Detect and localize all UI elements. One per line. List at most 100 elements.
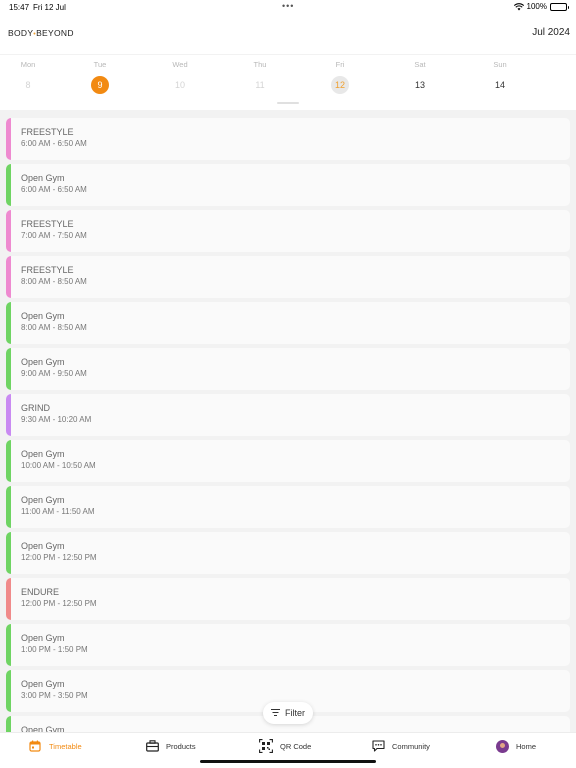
class-card[interactable]: ENDURE 12:00 PM - 12:50 PM <box>6 578 570 620</box>
header: BODY•BEYOND Jul 2024 <box>0 22 576 46</box>
day-name: Wed <box>172 60 188 69</box>
avatar-icon <box>495 739 509 753</box>
class-color-bar <box>6 486 11 528</box>
class-color-bar <box>6 624 11 666</box>
class-card[interactable]: FREESTYLE 6:00 AM - 6:50 AM <box>6 118 570 160</box>
filter-button[interactable]: Filter <box>263 702 313 724</box>
class-time: 10:00 AM - 10:50 AM <box>21 461 96 470</box>
class-title: Open Gym <box>21 679 65 689</box>
class-card[interactable]: Open Gym 1:00 PM - 1:50 PM <box>6 624 570 666</box>
class-card[interactable]: Open Gym 6:00 AM - 6:50 AM <box>6 164 570 206</box>
status-date: Fri 12 Jul <box>33 3 66 12</box>
class-color-bar <box>6 578 11 620</box>
day-number[interactable]: 10 <box>171 76 189 94</box>
class-card[interactable]: FREESTYLE 7:00 AM - 7:50 AM <box>6 210 570 252</box>
class-title: Open Gym <box>21 633 65 643</box>
day-name: Sun <box>493 60 507 69</box>
status-bar: 15:47 Fri 12 Jul ••• 100% <box>0 0 576 14</box>
day-sun[interactable]: Sun 14 <box>456 55 536 110</box>
class-title: Open Gym <box>21 495 65 505</box>
class-card[interactable]: Open Gym 10:00 AM - 10:50 AM <box>6 440 570 482</box>
month-label[interactable]: Jul 2024 <box>532 27 570 38</box>
day-number[interactable]: 11 <box>251 76 269 94</box>
class-time: 11:00 AM - 11:50 AM <box>21 507 95 516</box>
calendar-icon <box>28 739 42 753</box>
class-title: ENDURE <box>21 587 60 597</box>
class-color-bar <box>6 440 11 482</box>
class-color-bar <box>6 716 11 732</box>
tab-community-label: Community <box>392 741 430 751</box>
class-color-bar <box>6 118 11 160</box>
tab-timetable-label: Timetable <box>49 741 82 751</box>
class-list[interactable]: FREESTYLE 6:00 AM - 6:50 AM Open Gym 6:00 A… <box>0 110 576 732</box>
day-tue[interactable]: Tue 9 <box>56 55 136 110</box>
class-color-bar <box>6 348 11 390</box>
class-title: FREESTYLE <box>21 127 74 137</box>
class-time: 9:30 AM - 10:20 AM <box>21 415 92 424</box>
tab-products[interactable]: Products <box>145 739 196 753</box>
multitasking-dots-icon[interactable]: ••• <box>282 1 294 11</box>
tab-home-label: Home <box>516 741 537 751</box>
day-number[interactable]: 13 <box>411 76 429 94</box>
class-card[interactable]: FREESTYLE 8:00 AM - 8:50 AM <box>6 256 570 298</box>
battery-icon <box>550 2 569 11</box>
chat-icon <box>371 739 385 753</box>
class-title: FREESTYLE <box>21 219 74 229</box>
briefcase-icon <box>145 739 159 753</box>
class-card[interactable]: Open Gym 12:00 PM - 12:50 PM <box>6 532 570 574</box>
class-title: Open Gym <box>21 725 65 732</box>
class-time: 8:00 AM - 8:50 AM <box>21 323 87 332</box>
day-name: Thu <box>253 60 267 69</box>
day-number[interactable]: 8 <box>19 76 37 94</box>
brand-logo: BODY•BEYOND <box>8 28 74 38</box>
home-indicator <box>200 760 376 763</box>
class-time: 12:00 PM - 12:50 PM <box>21 599 97 608</box>
tab-products-label: Products <box>166 741 196 751</box>
class-color-bar <box>6 394 11 436</box>
calendar-drag-handle[interactable] <box>277 102 299 104</box>
battery-percent: 100% <box>526 2 547 11</box>
class-title: Open Gym <box>21 357 65 367</box>
day-name: Fri <box>335 60 345 69</box>
status-time: 15:47 <box>9 3 30 12</box>
day-name: Tue <box>93 60 107 69</box>
class-color-bar <box>6 164 11 206</box>
class-title: FREESTYLE <box>21 265 74 275</box>
class-title: Open Gym <box>21 173 65 183</box>
class-color-bar <box>6 532 11 574</box>
tab-qr-code[interactable]: QR Code <box>259 739 311 753</box>
class-time: 1:00 PM - 1:50 PM <box>21 645 88 654</box>
day-sat[interactable]: Sat 13 <box>376 55 456 110</box>
class-card[interactable]: Open Gym 11:00 AM - 11:50 AM <box>6 486 570 528</box>
class-title: Open Gym <box>21 449 65 459</box>
class-time: 7:00 AM - 7:50 AM <box>21 231 87 240</box>
day-number[interactable]: 9 <box>91 76 109 94</box>
day-fri[interactable]: Fri 12 <box>296 55 376 110</box>
tab-timetable[interactable]: Timetable <box>28 739 82 753</box>
class-time: 12:00 PM - 12:50 PM <box>21 553 97 562</box>
class-card[interactable]: GRIND 9:30 AM - 10:20 AM <box>6 394 570 436</box>
day-wed[interactable]: Wed 10 <box>136 55 216 110</box>
class-color-bar <box>6 256 11 298</box>
class-title: Open Gym <box>21 311 65 321</box>
qr-code-icon <box>259 739 273 753</box>
day-number[interactable]: 14 <box>491 76 509 94</box>
day-mon[interactable]: Mon 8 <box>0 55 56 110</box>
day-number[interactable]: 12 <box>331 76 349 94</box>
day-name: Mon <box>20 60 36 69</box>
tab-qr-code-label: QR Code <box>280 741 312 751</box>
tab-home[interactable]: Home <box>495 739 536 753</box>
class-card[interactable]: Open Gym 9:00 AM - 9:50 AM <box>6 348 570 390</box>
class-time: 8:00 AM - 8:50 AM <box>21 277 87 286</box>
tab-community[interactable]: Community <box>371 739 430 753</box>
class-card[interactable]: Open Gym 8:00 AM - 8:50 AM <box>6 302 570 344</box>
class-time: 6:00 AM - 6:50 AM <box>21 139 87 148</box>
filter-label: Filter <box>285 708 305 718</box>
filter-icon <box>271 708 280 718</box>
class-time: 3:00 PM - 3:50 PM <box>21 691 88 700</box>
day-name: Sat <box>414 60 426 69</box>
wifi-icon <box>513 2 524 11</box>
class-title: GRIND <box>21 403 50 413</box>
class-color-bar <box>6 670 11 712</box>
class-color-bar <box>6 210 11 252</box>
